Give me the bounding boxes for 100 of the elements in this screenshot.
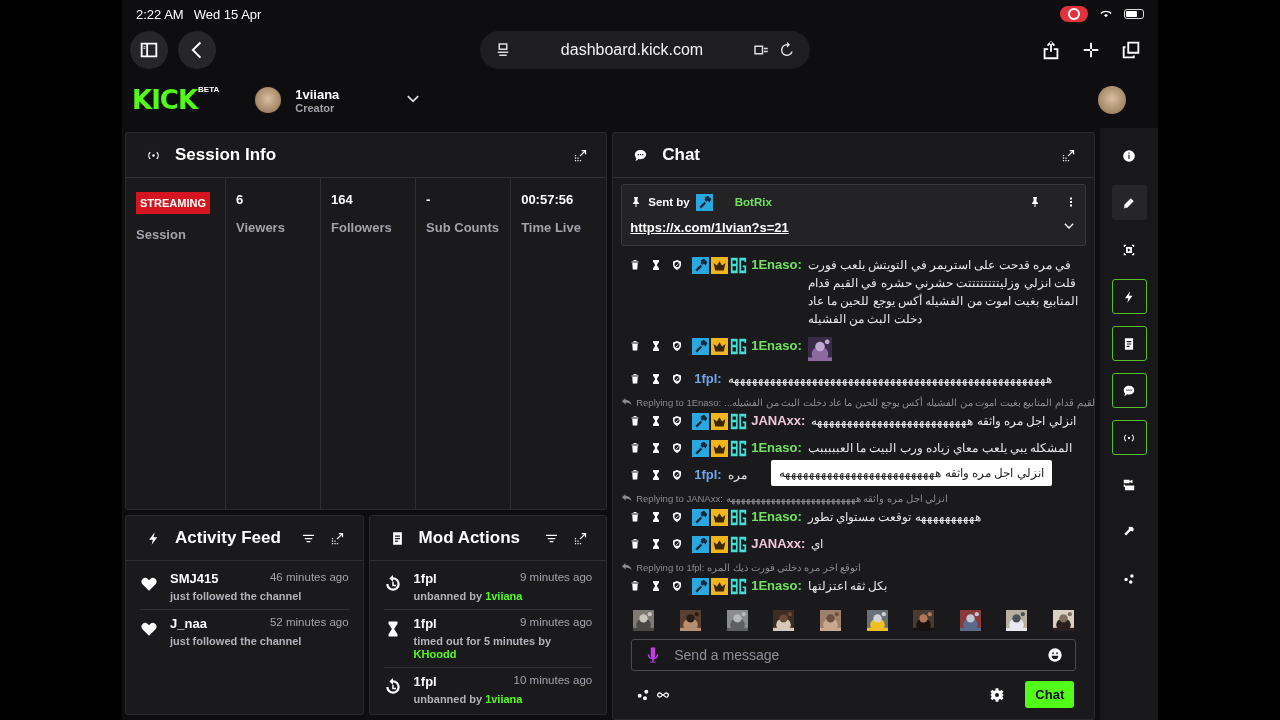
og-badge-icon	[730, 509, 748, 526]
stat-label: Session	[136, 226, 187, 244]
chat-icon	[633, 147, 649, 163]
hammer-badge-icon	[692, 413, 710, 430]
stat-value: 6	[236, 192, 245, 207]
user-name: 1fpl	[413, 616, 437, 631]
recording-icon	[1060, 6, 1088, 22]
shield-icon[interactable]	[671, 415, 684, 427]
info-icon[interactable]	[1122, 148, 1137, 163]
shield-icon[interactable]	[671, 469, 684, 481]
shield-icon[interactable]	[671, 259, 684, 271]
settings-icon[interactable]	[989, 686, 1006, 703]
shield-icon[interactable]	[671, 442, 684, 454]
shield-icon[interactable]	[671, 511, 684, 523]
hammer-badge-icon	[692, 536, 710, 553]
user-name[interactable]: 1Enaso:	[751, 256, 802, 274]
undo-icon	[383, 575, 402, 593]
back-button[interactable]	[178, 31, 216, 69]
crown-badge-icon	[711, 413, 729, 430]
user-name[interactable]: 1fpl:	[694, 370, 722, 388]
user-name[interactable]: 1Enaso:	[751, 337, 802, 355]
popout-icon[interactable]	[573, 147, 589, 163]
stat-label: Time Live	[521, 219, 582, 237]
sidebar-button[interactable]	[130, 31, 168, 69]
popout-icon[interactable]	[329, 530, 345, 546]
rail-button[interactable]	[1111, 185, 1147, 220]
reply-label: Replying to 1Enaso:	[636, 396, 722, 408]
rail-button[interactable]	[1111, 420, 1147, 455]
trash-icon[interactable]	[629, 442, 642, 454]
shield-icon[interactable]	[671, 373, 684, 385]
pinned-link[interactable]: https://x.com/1Ivian?s=21	[630, 219, 789, 235]
trash-icon[interactable]	[629, 259, 642, 271]
reply-label: Replying to JANAxx:	[636, 492, 723, 504]
crown-badge-icon	[711, 338, 729, 355]
trash-icon[interactable]	[629, 580, 642, 592]
user-name[interactable]: 1fpl:	[694, 466, 722, 484]
chat-icon[interactable]	[1122, 383, 1137, 398]
follower-name: J_naa	[170, 616, 207, 631]
activity-text: just followed the channel	[170, 635, 303, 648]
popout-icon[interactable]	[1061, 147, 1077, 163]
logo[interactable]: KICK	[132, 84, 198, 116]
action-text: unbanned by 1viiana	[413, 590, 524, 603]
action-text: timed out for 5 minutes by KHoodd	[413, 635, 553, 661]
trash-icon[interactable]	[629, 469, 642, 481]
stat-value: 00:57:56	[521, 192, 575, 207]
panel-title: Chat	[662, 145, 701, 165]
message-box[interactable]: Send a message	[631, 639, 1077, 671]
user-name[interactable]: 1Enaso:	[751, 439, 802, 457]
message-text: في مره قدحت على استريمر في التويتش يلعب فورت قلت انزلي وزليتتتتتتتتت حشرني حشره في القيم قدام المتابيع بغيت اموت من الفشيله أكس يوجع للحين ما عاد دخلت البث من الفشيله	[807, 257, 1079, 328]
smiley-icon[interactable]	[1047, 647, 1064, 663]
timestamp: 9 minutes ago	[519, 571, 593, 585]
message-text: مره	[727, 467, 747, 484]
trash-icon[interactable]	[629, 538, 642, 550]
crown-badge-icon	[711, 578, 729, 595]
camera-icon[interactable]	[1122, 477, 1137, 492]
avatar[interactable]	[1098, 86, 1126, 114]
trash-icon[interactable]	[629, 340, 642, 352]
address-bar[interactable]: dashboard.kick.com	[480, 31, 810, 69]
message-field[interactable]: Send a message	[674, 643, 1036, 667]
rail-button[interactable]	[1111, 373, 1147, 408]
panel-title: Session Info	[175, 145, 278, 165]
timestamp: 9 minutes ago	[519, 616, 593, 630]
crown-badge-icon	[711, 440, 729, 457]
user-name[interactable]: 1Enaso:	[751, 577, 802, 595]
shield-icon[interactable]	[671, 580, 684, 592]
shield-icon[interactable]	[671, 538, 684, 550]
stat-label: Followers	[331, 219, 393, 237]
timestamp: 10 minutes ago	[513, 674, 593, 688]
message-text: انزلي اجل مره واثقه ههههههههههههههههههههههههههه	[811, 413, 1076, 430]
trash-icon[interactable]	[629, 415, 642, 427]
heart-icon	[140, 620, 158, 638]
trash-icon[interactable]	[629, 373, 642, 385]
user-name[interactable]: 1Enaso:	[751, 508, 802, 526]
rail-button[interactable]	[1111, 279, 1147, 314]
beta-label: BETA	[198, 85, 220, 94]
hammer-badge-icon	[692, 509, 710, 526]
tabs-icon[interactable]	[1120, 39, 1142, 61]
popout-icon[interactable]	[573, 530, 589, 546]
trash-icon[interactable]	[629, 511, 642, 523]
message-text: المشكله يبي يلعب معاي زياده ورب البيت ما العبببببب	[807, 440, 1073, 457]
timestamp: 46 minutes ago	[269, 571, 349, 585]
message-text: اي	[811, 536, 824, 553]
shield-icon[interactable]	[671, 340, 684, 352]
hammer-badge-icon	[692, 257, 710, 274]
battery-icon	[1124, 9, 1144, 19]
screen-icon[interactable]	[1122, 242, 1137, 257]
user-name[interactable]: JANAxx:	[751, 412, 806, 430]
reply-label: Replying to 1fpl:	[636, 561, 705, 573]
undo-icon	[383, 678, 402, 696]
reply-text: انزلي اجل مره واثقه ههههههههههههههههههههههههههه	[725, 492, 949, 504]
stat-value: 164	[331, 192, 354, 207]
user-name[interactable]: JANAxx:	[751, 535, 806, 553]
crown-badge-icon	[711, 509, 729, 526]
chat-button[interactable]: Chat	[1025, 681, 1075, 708]
action-text: unbanned by 1viiana	[413, 693, 524, 706]
dots-icon[interactable]	[1122, 571, 1137, 586]
rail-button[interactable]	[1111, 326, 1147, 361]
crown-badge-icon	[711, 257, 729, 274]
channel-role: Creator	[295, 101, 336, 114]
og-badge-icon	[730, 536, 748, 553]
